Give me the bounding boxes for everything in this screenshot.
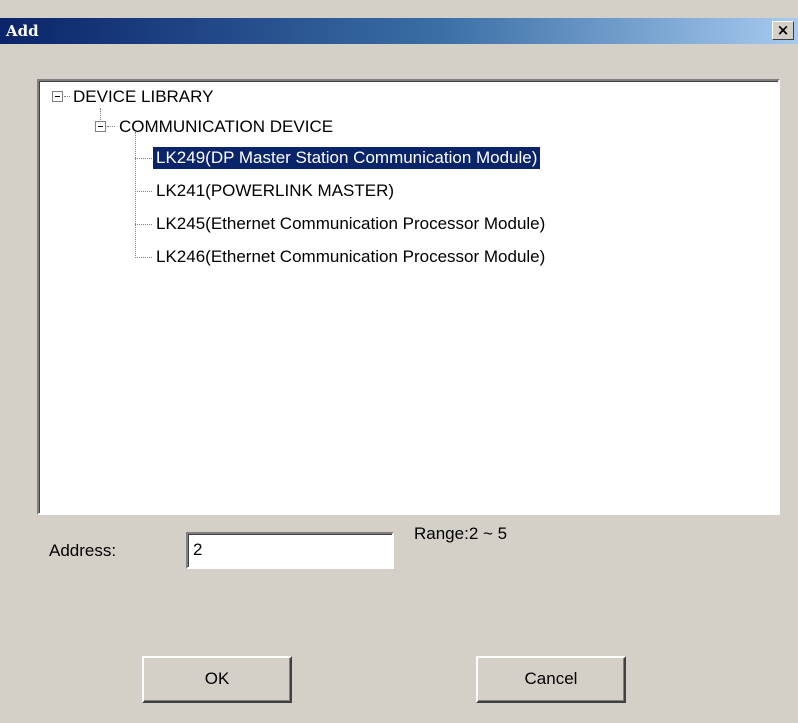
close-icon: × bbox=[776, 21, 790, 39]
title-bar[interactable]: Add × bbox=[0, 18, 798, 44]
collapse-icon[interactable] bbox=[52, 91, 63, 102]
dialog-title: Add bbox=[6, 22, 39, 40]
tree-item-lk245[interactable]: LK245(Ethernet Communication Processor M… bbox=[156, 213, 545, 235]
range-label: Range:2 ~ 5 bbox=[414, 524, 508, 543]
close-button[interactable]: × bbox=[772, 21, 794, 40]
tree-connector bbox=[64, 96, 70, 97]
device-tree[interactable]: DEVICE LIBRARY COMMUNICATION DEVICE LK24… bbox=[37, 79, 780, 515]
tree-connector bbox=[107, 126, 115, 127]
address-label: Address: bbox=[49, 541, 117, 560]
tree-connector bbox=[100, 108, 101, 120]
tree-item-lk241[interactable]: LK241(POWERLINK MASTER) bbox=[156, 180, 394, 202]
cancel-button[interactable]: Cancel bbox=[476, 656, 626, 703]
collapse-icon[interactable] bbox=[95, 121, 106, 132]
tree-connector bbox=[135, 224, 152, 225]
tree-item-lk246[interactable]: LK246(Ethernet Communication Processor M… bbox=[156, 246, 545, 268]
ok-button[interactable]: OK bbox=[142, 656, 292, 703]
tree-node-device-library[interactable]: DEVICE LIBRARY bbox=[73, 86, 213, 108]
tree-connector bbox=[135, 191, 152, 192]
tree-node-communication-device[interactable]: COMMUNICATION DEVICE bbox=[119, 116, 333, 138]
add-dialog: Add × DEVICE LIBRARY COMMUNICATION DEVIC… bbox=[0, 0, 798, 723]
tree-item-lk249[interactable]: LK249(DP Master Station Communication Mo… bbox=[153, 147, 541, 169]
address-input[interactable]: 2 bbox=[186, 532, 394, 569]
tree-connector bbox=[135, 132, 136, 258]
tree-connector bbox=[135, 158, 152, 159]
tree-connector bbox=[135, 257, 152, 258]
